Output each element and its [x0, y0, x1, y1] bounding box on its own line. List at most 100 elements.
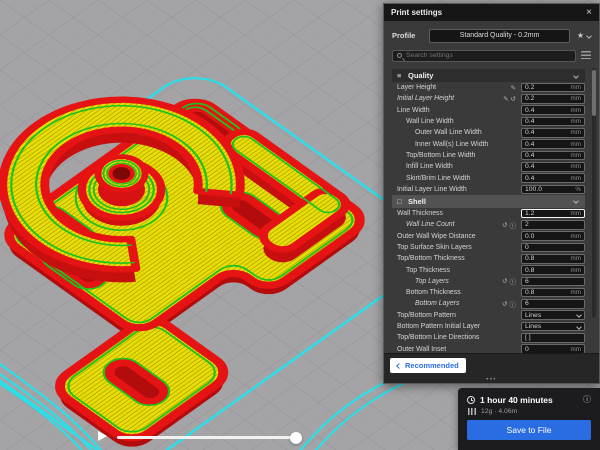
setting-value: 0.8 — [525, 255, 534, 262]
setting-label: Initial Layer Line Width — [397, 186, 467, 193]
info-icon[interactable]: ⓘ — [510, 276, 517, 286]
panel-header[interactable]: Print settings × — [384, 4, 599, 21]
setting-input-initial-layer-height[interactable]: 0.2mm — [521, 94, 585, 104]
time-estimate-row: 1 hour 40 minutes ⓘ — [467, 394, 591, 405]
setting-input-outer-wall-line-width[interactable]: 0.4mm — [521, 128, 585, 138]
setting-input-wall-thickness[interactable]: 1.2mm — [521, 209, 585, 219]
setting-row-top-layers[interactable]: Top Layers↺ⓘ6 — [392, 276, 585, 287]
setting-row-wall-line-count[interactable]: Wall Line Count↺ⓘ2 — [392, 219, 585, 230]
setting-row-top-bottom-thickness[interactable]: Top/Bottom Thickness 0.8 mm — [392, 253, 585, 264]
setting-input-wall-line-width[interactable]: 0.4mm — [521, 117, 585, 127]
setting-value: 0 — [525, 346, 529, 353]
setting-input-wall-line-count[interactable]: 2 — [521, 220, 585, 230]
profile-select[interactable]: Standard Quality - 0.2mm — [429, 29, 569, 43]
setting-value: Lines — [525, 323, 541, 330]
setting-input-infill-line-width[interactable]: 0.4mm — [521, 162, 585, 172]
setting-select-top-bottom-pattern[interactable]: Lines — [521, 310, 585, 320]
setting-label: Outer Wall Inset — [397, 346, 446, 353]
revert-icon[interactable]: ↺ — [502, 300, 507, 308]
setting-row-top-bottom-line-width[interactable]: Top/Bottom Line Width0.4mm — [392, 150, 585, 161]
search-box[interactable] — [392, 50, 576, 62]
resize-handle[interactable]: ••• — [384, 377, 599, 383]
setting-value: 0.4 — [525, 118, 534, 125]
category-label: Quality — [408, 71, 433, 80]
setting-row-line-width[interactable]: Line Width0.4mm — [392, 105, 585, 116]
setting-input-bottom-thickness[interactable]: 0.8mm — [521, 288, 585, 298]
setting-input-bottom-layers[interactable]: 6 — [521, 299, 585, 309]
chevron-down-icon — [576, 312, 582, 318]
setting-row-bottom-layers[interactable]: Bottom Layers ↺ⓘ 6 — [392, 298, 585, 309]
setting-row-wall-thickness[interactable]: Wall Thickness1.2mm — [392, 208, 585, 219]
setting-row-layer-height[interactable]: Layer Height ✎ 0.2mm — [392, 82, 585, 93]
setting-input-top-thickness[interactable]: 0.8mm — [521, 265, 585, 275]
setting-row-bottom-pattern-initial-layer[interactable]: Bottom Pattern Initial LayerLines — [392, 321, 585, 332]
setting-value: 0.2 — [525, 95, 534, 102]
setting-value: 0.2 — [525, 84, 534, 91]
setting-icons: ↺ⓘ — [502, 220, 518, 230]
star-icon[interactable]: ★ — [577, 31, 584, 40]
setting-row-top-bottom-pattern[interactable]: Top/Bottom PatternLines — [392, 310, 585, 321]
setting-row-top-surface-skin-layers[interactable]: Top Surface Skin Layers0 — [392, 242, 585, 253]
close-icon[interactable]: × — [586, 8, 592, 18]
setting-input-initial-layer-line-width[interactable]: 100.0% — [521, 185, 585, 195]
setting-label: Wall Line Count — [406, 221, 455, 228]
info-icon[interactable]: ⓘ — [583, 394, 591, 405]
setting-row-infill-line-width[interactable]: Infill Line Width0.4mm — [392, 161, 585, 172]
setting-row-bottom-thickness[interactable]: Bottom Thickness0.8mm — [392, 287, 585, 298]
setting-input-layer-height[interactable]: 0.2mm — [521, 83, 585, 93]
setting-row-wall-line-width[interactable]: Wall Line Width 0.4mm — [392, 116, 585, 127]
setting-input-inner-wall-s-line-width[interactable]: 0.4mm — [521, 139, 585, 149]
info-icon[interactable]: ⓘ — [510, 220, 517, 230]
setting-value: 1.2 — [525, 210, 534, 217]
search-row — [392, 49, 591, 62]
setting-input-top-surface-skin-layers[interactable]: 0 — [521, 243, 585, 253]
setting-unit: mm — [571, 107, 582, 114]
setting-row-inner-wall-s-line-width[interactable]: Inner Wall(s) Line Width0.4mm — [392, 138, 585, 149]
link-icon[interactable]: ✎ — [511, 84, 516, 92]
setting-label: Bottom Layers — [415, 300, 459, 307]
setting-input-line-width[interactable]: 0.4mm — [521, 105, 585, 115]
chevron-down-icon — [573, 73, 579, 79]
play-button[interactable] — [98, 431, 107, 441]
setting-input-top-layers[interactable]: 6 — [521, 277, 585, 287]
category-quality[interactable]: ≡Quality — [392, 69, 585, 82]
layer-slider-handle[interactable] — [290, 432, 302, 444]
setting-label: Top/Bottom Thickness — [397, 255, 465, 262]
setting-input-top-bottom-line-width[interactable]: 0.4mm — [521, 151, 585, 161]
settings-visibility-icon[interactable] — [581, 51, 591, 60]
setting-row-skirt-brim-line-width[interactable]: Skirt/Brim Line Width0.4mm — [392, 172, 585, 183]
save-to-file-button[interactable]: Save to File — [467, 420, 591, 440]
scrollbar-thumb[interactable] — [592, 70, 596, 116]
search-icon — [397, 53, 402, 58]
chevron-down-icon[interactable] — [586, 33, 592, 39]
setting-input-skirt-brim-line-width[interactable]: 0.4mm — [521, 173, 585, 183]
setting-input-outer-wall-wipe-distance[interactable]: 0.0mm — [521, 231, 585, 241]
setting-input-top-bottom-line-directions[interactable]: [ ] — [521, 333, 585, 343]
category-shell[interactable]: □Shell — [392, 195, 585, 208]
setting-select-bottom-pattern-initial-layer[interactable]: Lines — [521, 322, 585, 332]
setting-row-top-thickness[interactable]: Top Thickness 0.8mm — [392, 264, 585, 275]
setting-input-top-bottom-thickness[interactable]: 0.8 mm — [521, 254, 585, 264]
recommended-label: Recommended — [405, 361, 459, 370]
setting-row-top-bottom-line-directions[interactable]: Top/Bottom Line Directions[ ] — [392, 332, 585, 343]
setting-label: Layer Height — [397, 84, 436, 91]
link-icon[interactable]: ✎ — [503, 95, 508, 103]
setting-unit: mm — [570, 255, 581, 262]
setting-label: Wall Line Width — [406, 118, 454, 125]
setting-row-outer-wall-wipe-distance[interactable]: Outer Wall Wipe Distance0.0mm — [392, 231, 585, 242]
revert-icon[interactable]: ↺ — [502, 221, 507, 229]
setting-row-outer-wall-line-width[interactable]: Outer Wall Line Width 0.4mm — [392, 127, 585, 138]
setting-label: Outer Wall Line Width — [415, 129, 482, 136]
setting-row-initial-layer-height[interactable]: Initial Layer Height✎↺0.2mm — [392, 93, 585, 104]
revert-icon[interactable]: ↺ — [502, 277, 507, 285]
setting-label: Top Thickness — [406, 267, 450, 274]
setting-value: 100.0 — [525, 186, 542, 193]
info-icon[interactable]: ⓘ — [510, 299, 517, 309]
search-input[interactable] — [406, 52, 571, 59]
material-estimate-row: 12g · 4.06m — [467, 408, 591, 415]
setting-row-initial-layer-line-width[interactable]: Initial Layer Line Width 100.0% — [392, 184, 585, 195]
layer-slider-track[interactable] — [117, 436, 296, 439]
recommended-button[interactable]: Recommended — [390, 358, 466, 373]
revert-icon[interactable]: ↺ — [511, 95, 516, 103]
scrollbar-track[interactable] — [592, 68, 596, 318]
